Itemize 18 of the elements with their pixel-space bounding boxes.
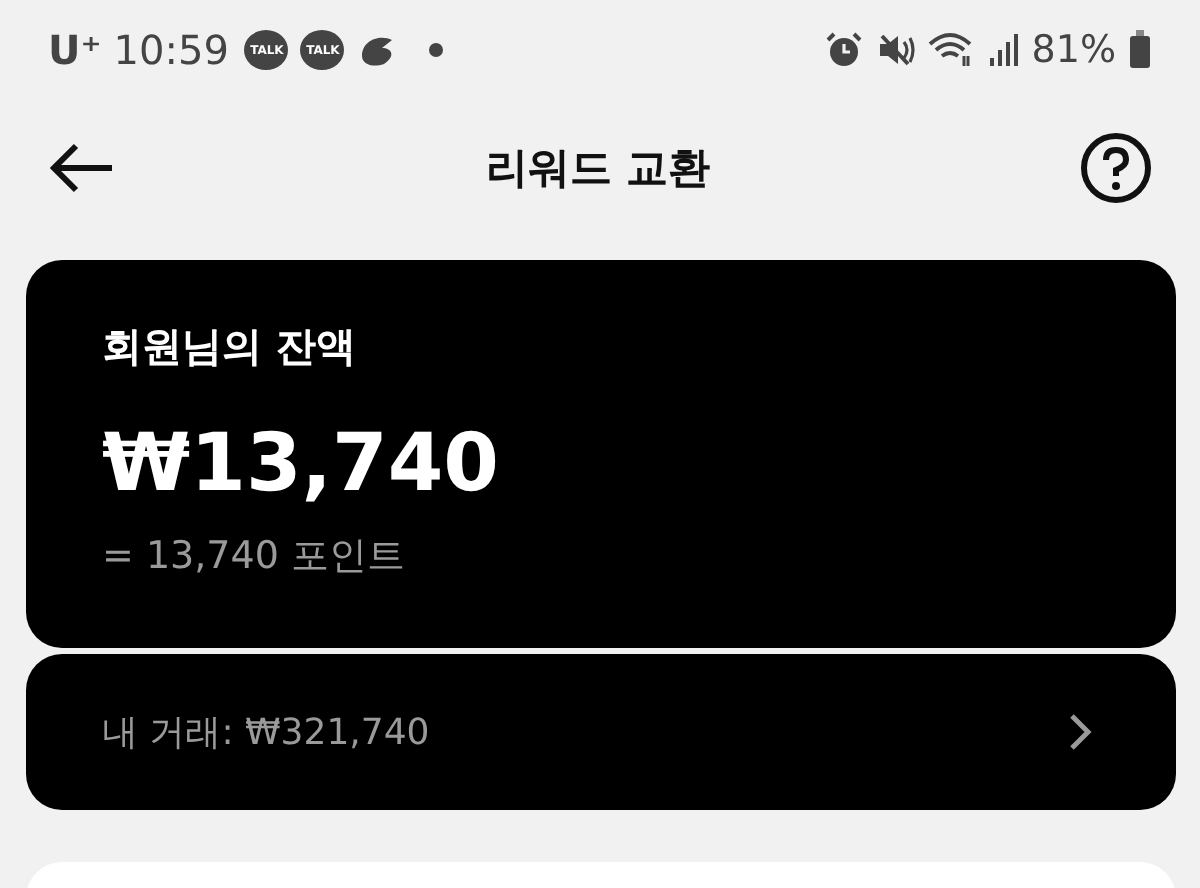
wifi-icon xyxy=(927,30,976,70)
clock: 10:59 xyxy=(113,26,229,74)
mute-icon xyxy=(875,30,916,70)
balance-heading: 회원님의 잔액 xyxy=(102,320,358,374)
balance-amount: ₩13,740 xyxy=(102,418,501,510)
carrier-label: U⁺ xyxy=(48,26,102,74)
battery-percent: 81% xyxy=(1031,28,1116,72)
signal-icon xyxy=(987,32,1020,68)
battery-icon xyxy=(1128,30,1152,70)
chevron-icon xyxy=(1068,712,1092,752)
alarm-icon xyxy=(823,30,864,70)
dot-icon xyxy=(428,42,445,58)
help-icon[interactable] xyxy=(1080,132,1152,204)
back-arrow-icon[interactable] xyxy=(48,142,116,194)
transactions-label: 내 거래: ₩321,740 xyxy=(102,710,432,756)
transactions-row[interactable]: 내 거래: ₩321,740 xyxy=(26,654,1176,810)
page-title: 리워드 교환 xyxy=(483,142,713,196)
points-text: = 13,740 포인트 xyxy=(102,532,407,582)
